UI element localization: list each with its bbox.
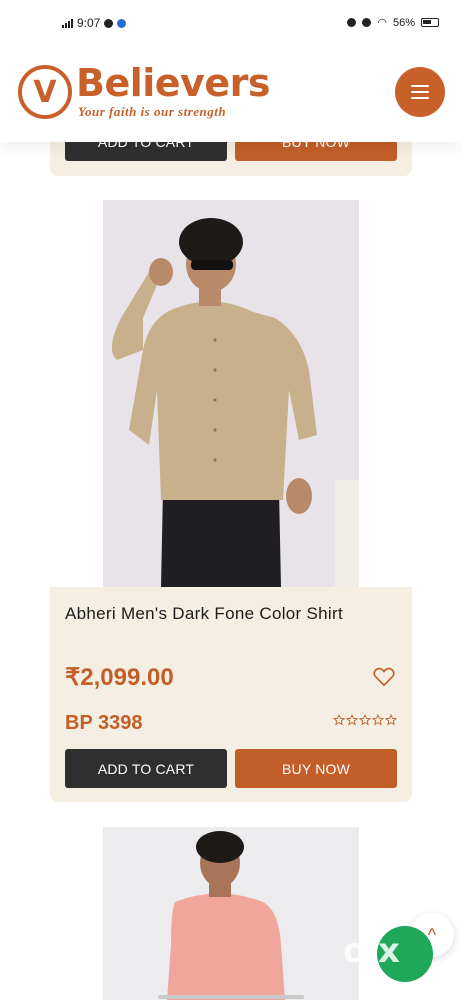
- logo-mark-icon: V: [18, 65, 72, 119]
- vibrate-icon: [362, 18, 372, 27]
- wishlist-heart-icon[interactable]: [373, 667, 395, 687]
- star-icon: [385, 714, 397, 726]
- add-to-cart-button[interactable]: ADD TO CART: [65, 749, 227, 788]
- alarm-icon: [347, 18, 357, 27]
- star-icon: [359, 714, 371, 726]
- battery-icon: [421, 18, 439, 27]
- hamburger-icon: [411, 85, 429, 87]
- logo-text: Believers Your faith is our strength: [76, 64, 270, 120]
- app-notification-icon: [117, 18, 127, 28]
- status-time: 9:07: [77, 16, 101, 30]
- home-indicator: [158, 995, 304, 999]
- product-photo-illustration: [103, 200, 359, 587]
- next-product-image[interactable]: [103, 827, 359, 1000]
- star-icon: [372, 714, 384, 726]
- rating-stars: [333, 714, 397, 726]
- buy-now-button[interactable]: BUY NOW: [235, 749, 397, 788]
- svg-text:olx: olx: [343, 931, 400, 971]
- star-icon: [346, 714, 358, 726]
- brand-name: Believers: [76, 61, 270, 105]
- status-left: 9:07: [62, 16, 127, 30]
- brand-logo[interactable]: V Believers Your faith is our strength: [18, 64, 270, 120]
- wifi-icon: ◠: [377, 17, 387, 29]
- status-right: ◠ 56%: [347, 16, 439, 29]
- next-product-photo-illustration: [103, 827, 359, 1000]
- status-bar: 9:07 ◠ 56%: [0, 0, 461, 48]
- product-card: Abheri Men's Dark Fone Color Shirt ₹2,09…: [50, 587, 412, 802]
- product-bp: BP 3398: [65, 712, 143, 734]
- product-image[interactable]: [103, 200, 359, 587]
- star-icon: [333, 714, 345, 726]
- site-header: V Believers Your faith is our strength: [0, 48, 461, 142]
- product-title[interactable]: Abheri Men's Dark Fone Color Shirt: [65, 604, 343, 624]
- product-price: ₹2,099.00: [65, 664, 174, 691]
- brand-tagline: Your faith is our strength: [78, 104, 227, 119]
- battery-percent: 56%: [392, 16, 415, 29]
- notification-icon: [104, 18, 114, 28]
- olx-watermark: olx: [343, 926, 433, 982]
- signal-icon: [62, 18, 73, 28]
- menu-button[interactable]: [395, 67, 445, 117]
